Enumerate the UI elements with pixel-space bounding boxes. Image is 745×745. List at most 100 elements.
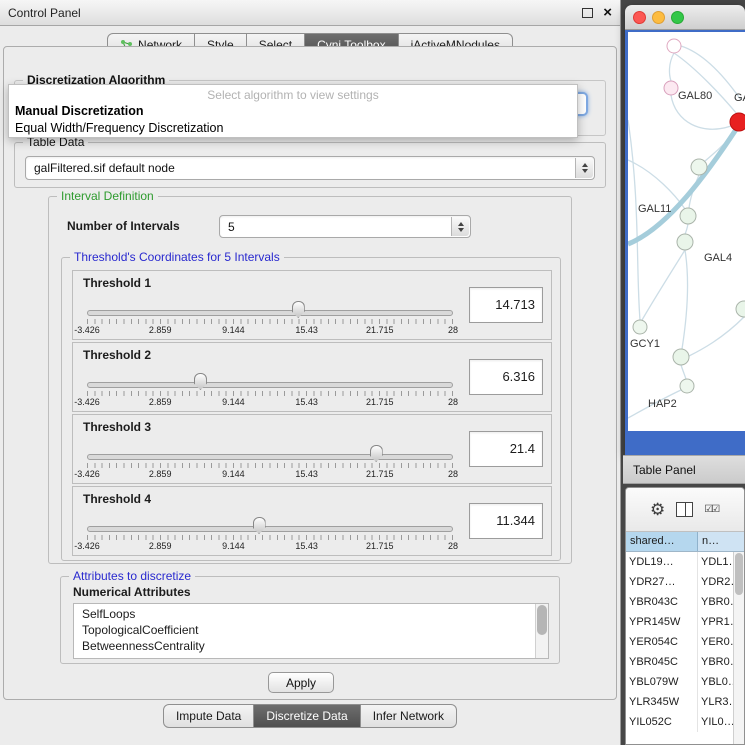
tab-label: Infer Network [373,705,444,727]
table-cell: YBR045C [626,652,698,672]
threshold-2-slider[interactable]: -3.4262.8599.14415.4321.71528 [87,367,453,411]
slider-scale-label: -3.426 [74,541,100,551]
table-data-combobox-value: galFiltered.sif default node [34,157,175,179]
slider-scale-label: 15.43 [295,469,318,479]
select-all-columns-icon[interactable]: ☑☑ [704,504,718,515]
threshold-1-slider[interactable]: -3.4262.8599.14415.4321.71528 [87,295,453,339]
threshold-4-label: Threshold 4 [83,492,151,506]
threshold-1-label: Threshold 1 [83,276,151,290]
close-icon[interactable]: × [603,6,612,20]
minimize-traffic-light-icon[interactable] [652,11,665,24]
threshold-4-value-field[interactable]: 11.344 [469,503,543,539]
table-row[interactable]: YIL052CYIL0… [626,712,744,732]
slider-scale: -3.4262.8599.14415.4321.71528 [87,469,453,481]
close-traffic-light-icon[interactable] [633,11,646,24]
threshold-1-box: Threshold 1 -3.4262.8599.14415.4321.7152… [72,270,552,340]
table-scrollbar-thumb[interactable] [735,553,743,595]
network-node-label: GAL80 [678,90,712,102]
slider-scale-label: -3.426 [74,325,100,335]
slider-scale: -3.4262.8599.14415.4321.71528 [87,397,453,409]
number-of-intervals-combobox[interactable]: 5 [219,215,471,238]
network-node-label: HAP2 [648,398,677,410]
slider-scale-label: -3.426 [74,469,100,479]
threshold-3-value-field[interactable]: 21.4 [469,431,543,467]
table-row[interactable]: YBR045CYBR0… [626,652,744,672]
network-node[interactable] [680,379,694,393]
slider-scale-label: 28 [448,397,458,407]
table-cell: YPR145W [626,612,698,632]
list-scrollbar-thumb[interactable] [537,605,547,635]
dropdown-option-manual-discretization[interactable]: Manual Discretization [9,103,577,120]
table-scrollbar[interactable] [733,552,744,744]
numerical-attributes-label: Numerical Attributes [73,585,191,599]
numerical-attributes-list[interactable]: SelfLoopsTopologicalCoefficientBetweenne… [73,603,549,659]
tab-infer-network[interactable]: Infer Network [361,704,457,728]
threshold-4-slider[interactable]: -3.4262.8599.14415.4321.71528 [87,511,453,555]
table-row[interactable]: YER054CYER0… [626,632,744,652]
panel-title: Control Panel [8,6,81,20]
table-panel-header[interactable]: Table Panel [623,455,745,484]
slider-ticks [87,463,453,468]
threshold-2-value-field[interactable]: 6.316 [469,359,543,395]
threshold-1-value-field[interactable]: 14.713 [469,287,543,323]
table-panel-title: Table Panel [633,463,696,477]
slider-scale: -3.4262.8599.14415.4321.71528 [87,325,453,337]
network-node[interactable] [673,349,689,365]
apply-button[interactable]: Apply [268,672,334,693]
table-row[interactable]: YDL19…YDL1… [626,552,744,572]
threshold-3-slider[interactable]: -3.4262.8599.14415.4321.71528 [87,439,453,483]
slider-scale-label: 2.859 [149,325,172,335]
dropdown-option-equal-width-frequency[interactable]: Equal Width/Frequency Discretization [9,120,577,137]
slider-scale-label: 2.859 [149,541,172,551]
table-row[interactable]: YBL079WYBL0… [626,672,744,692]
slider-scale-label: 21.715 [366,325,394,335]
table-data-group: Table Data galFiltered.sif default node [14,142,606,188]
table-toolbar: ⚙ ☑☑ [626,488,744,532]
network-node[interactable] [677,234,693,250]
list-scrollbar[interactable] [535,604,548,658]
attribute-list-item[interactable]: SelfLoops [82,606,548,622]
float-window-icon[interactable] [582,8,593,18]
table-cell: YDL19… [626,552,698,572]
table-cell: YBR043C [626,592,698,612]
network-node[interactable] [667,39,681,53]
zoom-traffic-light-icon[interactable] [671,11,684,24]
table-row[interactable]: YPR145WYPR1… [626,612,744,632]
network-node[interactable] [691,159,707,175]
table-row[interactable]: YLR345WYLR3… [626,692,744,712]
columns-icon[interactable] [676,502,693,517]
table-row[interactable]: YDR27…YDR2… [626,572,744,592]
slider-ticks [87,535,453,540]
slider-track [87,526,453,532]
network-node-label: GCY1 [630,338,660,350]
thresholds-group-label: Threshold's Coordinates for 5 Intervals [70,250,284,264]
table-panel-window: ⚙ ☑☑ shared… n… YDL19…YDL1…YDR27…YDR2…YB… [625,487,745,745]
network-node[interactable] [730,113,745,131]
network-node[interactable] [680,208,696,224]
attribute-list-item[interactable]: TopologicalCoefficient [82,622,548,638]
slider-track [87,382,453,388]
network-canvas[interactable]: GAL80GAGAL11GAL4GCY1HAP2 [628,32,745,431]
column-header-shared-name[interactable]: shared… [626,532,698,551]
tab-discretize-data[interactable]: Discretize Data [254,704,360,728]
network-node[interactable] [664,81,678,95]
column-header-name[interactable]: n… [698,532,744,551]
slider-scale-label: 2.859 [149,469,172,479]
slider-scale-label: 21.715 [366,541,394,551]
table-row[interactable]: YBR043CYBR0… [626,592,744,612]
network-node[interactable] [633,320,647,334]
slider-scale-label: 9.144 [222,397,245,407]
network-window-titlebar[interactable] [625,5,745,30]
threshold-3-box: Threshold 3 -3.4262.8599.14415.4321.7152… [72,414,552,484]
table-data-combobox[interactable]: galFiltered.sif default node [25,156,595,180]
combo-stepper-icon [575,158,593,178]
network-node[interactable] [736,301,745,317]
tab-impute-data[interactable]: Impute Data [163,704,254,728]
gear-icon[interactable]: ⚙ [650,501,665,518]
threshold-2-box: Threshold 2 -3.4262.8599.14415.4321.7152… [72,342,552,412]
thresholds-group: Threshold's Coordinates for 5 Intervals … [61,257,561,561]
attribute-list-item[interactable]: BetweennessCentrality [82,638,548,654]
slider-scale-label: 28 [448,469,458,479]
control-panel-titlebar[interactable]: Control Panel × [0,0,620,26]
slider-scale-label: 28 [448,541,458,551]
